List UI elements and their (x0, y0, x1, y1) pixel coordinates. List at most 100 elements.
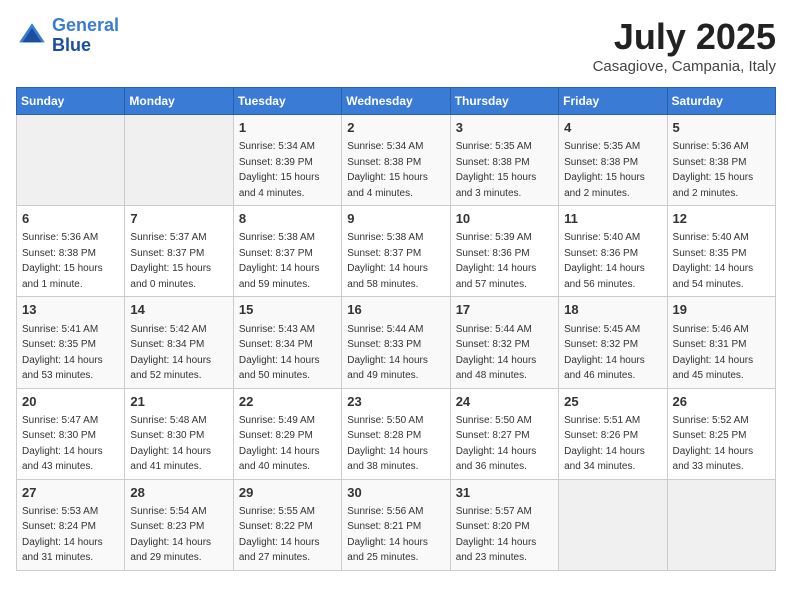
day-number: 4 (564, 119, 661, 137)
calendar-cell: 25Sunrise: 5:51 AMSunset: 8:26 PMDayligh… (559, 388, 667, 479)
calendar-cell: 11Sunrise: 5:40 AMSunset: 8:36 PMDayligh… (559, 206, 667, 297)
day-number: 27 (22, 484, 119, 502)
calendar-cell: 9Sunrise: 5:38 AMSunset: 8:37 PMDaylight… (342, 206, 450, 297)
logo: General Blue (16, 16, 119, 56)
day-info: Sunrise: 5:36 AMSunset: 8:38 PMDaylight:… (22, 232, 103, 290)
day-number: 24 (456, 393, 553, 411)
day-info: Sunrise: 5:53 AMSunset: 8:24 PMDaylight:… (22, 506, 103, 564)
day-number: 3 (456, 119, 553, 137)
day-info: Sunrise: 5:56 AMSunset: 8:21 PMDaylight:… (347, 506, 428, 564)
day-info: Sunrise: 5:46 AMSunset: 8:31 PMDaylight:… (673, 324, 754, 382)
calendar-cell: 22 Sunrise: 5:49 AMSunset: 8:29 PMDayligh… (233, 388, 341, 479)
weekday-header-monday: Monday (125, 88, 233, 115)
day-info: Sunrise: 5:47 AMSunset: 8:30 PMDaylight:… (22, 415, 103, 473)
weekday-header-thursday: Thursday (450, 88, 558, 115)
day-number: 17 (456, 301, 553, 319)
day-number: 31 (456, 484, 553, 502)
day-number: 15 (239, 301, 336, 319)
day-info: Sunrise: 5:35 AMSunset: 8:38 PMDaylight:… (564, 141, 645, 199)
day-number: 2 (347, 119, 444, 137)
calendar-cell: 10 Sunrise: 5:39 AMSunset: 8:36 PMDayligh… (450, 206, 558, 297)
day-number: 22 (239, 393, 336, 411)
day-info: Sunrise: 5:50 AMSunset: 8:27 PMDaylight:… (456, 415, 537, 473)
calendar-cell: 6 Sunrise: 5:36 AMSunset: 8:38 PMDaylight… (17, 206, 125, 297)
day-info: Sunrise: 5:36 AMSunset: 8:38 PMDaylight:… (673, 141, 754, 199)
day-info: Sunrise: 5:42 AMSunset: 8:34 PMDaylight:… (130, 324, 211, 382)
day-info: Sunrise: 5:34 AMSunset: 8:38 PMDaylight:… (347, 141, 428, 199)
calendar-cell: 13 Sunrise: 5:41 AMSunset: 8:35 PMDayligh… (17, 297, 125, 388)
day-number: 13 (22, 301, 119, 319)
calendar-cell: 27 Sunrise: 5:53 AMSunset: 8:24 PMDayligh… (17, 479, 125, 570)
month-title: July 2025 (593, 16, 776, 58)
day-number: 16 (347, 301, 444, 319)
calendar-week-row: 1 Sunrise: 5:34 AMSunset: 8:39 PMDaylight… (17, 115, 776, 206)
day-info: Sunrise: 5:52 AMSunset: 8:25 PMDaylight:… (673, 415, 754, 473)
calendar-cell: 15 Sunrise: 5:43 AMSunset: 8:34 PMDayligh… (233, 297, 341, 388)
day-info: Sunrise: 5:45 AMSunset: 8:32 PMDaylight:… (564, 324, 645, 382)
day-info: Sunrise: 5:55 AMSunset: 8:22 PMDaylight:… (239, 506, 320, 564)
calendar-cell (559, 479, 667, 570)
calendar-week-row: 20 Sunrise: 5:47 AMSunset: 8:30 PMDayligh… (17, 388, 776, 479)
day-info: Sunrise: 5:35 AMSunset: 8:38 PMDaylight:… (456, 141, 537, 199)
logo-text: General Blue (52, 16, 119, 56)
page-header: General Blue July 2025 Casagiove, Campan… (16, 16, 776, 75)
day-info: Sunrise: 5:50 AMSunset: 8:28 PMDaylight:… (347, 415, 428, 473)
calendar-cell: 19 Sunrise: 5:46 AMSunset: 8:31 PMDayligh… (667, 297, 775, 388)
calendar-cell: 17 Sunrise: 5:44 AMSunset: 8:32 PMDayligh… (450, 297, 558, 388)
day-info: Sunrise: 5:43 AMSunset: 8:34 PMDaylight:… (239, 324, 320, 382)
calendar-cell: 23Sunrise: 5:50 AMSunset: 8:28 PMDayligh… (342, 388, 450, 479)
weekday-header-sunday: Sunday (17, 88, 125, 115)
calendar-cell: 20 Sunrise: 5:47 AMSunset: 8:30 PMDayligh… (17, 388, 125, 479)
calendar-cell: 8 Sunrise: 5:38 AMSunset: 8:37 PMDaylight… (233, 206, 341, 297)
day-number: 6 (22, 210, 119, 228)
calendar-table: SundayMondayTuesdayWednesdayThursdayFrid… (16, 87, 776, 571)
calendar-week-row: 13 Sunrise: 5:41 AMSunset: 8:35 PMDayligh… (17, 297, 776, 388)
calendar-cell: 24 Sunrise: 5:50 AMSunset: 8:27 PMDayligh… (450, 388, 558, 479)
calendar-week-row: 27 Sunrise: 5:53 AMSunset: 8:24 PMDayligh… (17, 479, 776, 570)
day-number: 18 (564, 301, 661, 319)
calendar-cell (17, 115, 125, 206)
day-number: 9 (347, 210, 444, 228)
day-info: Sunrise: 5:44 AMSunset: 8:32 PMDaylight:… (456, 324, 537, 382)
calendar-cell: 28Sunrise: 5:54 AMSunset: 8:23 PMDayligh… (125, 479, 233, 570)
day-info: Sunrise: 5:37 AMSunset: 8:37 PMDaylight:… (130, 232, 211, 290)
weekday-header-friday: Friday (559, 88, 667, 115)
day-number: 7 (130, 210, 227, 228)
day-info: Sunrise: 5:49 AMSunset: 8:29 PMDaylight:… (239, 415, 320, 473)
day-info: Sunrise: 5:48 AMSunset: 8:30 PMDaylight:… (130, 415, 211, 473)
calendar-cell: 14 Sunrise: 5:42 AMSunset: 8:34 PMDayligh… (125, 297, 233, 388)
weekday-header-row: SundayMondayTuesdayWednesdayThursdayFrid… (17, 88, 776, 115)
calendar-cell: 7 Sunrise: 5:37 AMSunset: 8:37 PMDaylight… (125, 206, 233, 297)
calendar-cell: 4 Sunrise: 5:35 AMSunset: 8:38 PMDaylight… (559, 115, 667, 206)
day-number: 19 (673, 301, 770, 319)
day-number: 20 (22, 393, 119, 411)
day-number: 1 (239, 119, 336, 137)
day-info: Sunrise: 5:39 AMSunset: 8:36 PMDaylight:… (456, 232, 537, 290)
calendar-cell: 3 Sunrise: 5:35 AMSunset: 8:38 PMDaylight… (450, 115, 558, 206)
day-number: 30 (347, 484, 444, 502)
calendar-cell: 29Sunrise: 5:55 AMSunset: 8:22 PMDayligh… (233, 479, 341, 570)
day-info: Sunrise: 5:54 AMSunset: 8:23 PMDaylight:… (130, 506, 211, 564)
day-number: 25 (564, 393, 661, 411)
logo-icon (16, 20, 48, 52)
day-info: Sunrise: 5:41 AMSunset: 8:35 PMDaylight:… (22, 324, 103, 382)
day-info: Sunrise: 5:34 AMSunset: 8:39 PMDaylight:… (239, 141, 320, 199)
calendar-cell: 1 Sunrise: 5:34 AMSunset: 8:39 PMDaylight… (233, 115, 341, 206)
day-number: 10 (456, 210, 553, 228)
calendar-cell: 31 Sunrise: 5:57 AMSunset: 8:20 PMDayligh… (450, 479, 558, 570)
day-number: 21 (130, 393, 227, 411)
day-info: Sunrise: 5:57 AMSunset: 8:20 PMDaylight:… (456, 506, 537, 564)
day-info: Sunrise: 5:38 AMSunset: 8:37 PMDaylight:… (239, 232, 320, 290)
day-info: Sunrise: 5:40 AMSunset: 8:35 PMDaylight:… (673, 232, 754, 290)
calendar-cell: 12Sunrise: 5:40 AMSunset: 8:35 PMDayligh… (667, 206, 775, 297)
day-number: 14 (130, 301, 227, 319)
calendar-cell (667, 479, 775, 570)
calendar-cell (125, 115, 233, 206)
day-info: Sunrise: 5:44 AMSunset: 8:33 PMDaylight:… (347, 324, 428, 382)
calendar-cell: 26Sunrise: 5:52 AMSunset: 8:25 PMDayligh… (667, 388, 775, 479)
weekday-header-tuesday: Tuesday (233, 88, 341, 115)
calendar-week-row: 6 Sunrise: 5:36 AMSunset: 8:38 PMDaylight… (17, 206, 776, 297)
location: Casagiove, Campania, Italy (593, 58, 776, 75)
day-number: 8 (239, 210, 336, 228)
day-number: 5 (673, 119, 770, 137)
